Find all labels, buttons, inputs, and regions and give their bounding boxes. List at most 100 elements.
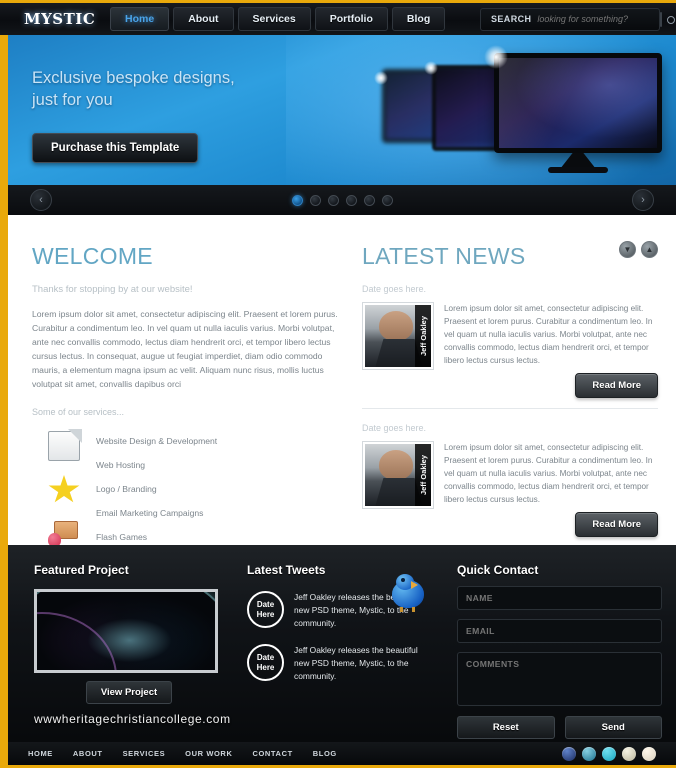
notepad-icon	[48, 431, 80, 461]
sparkle-icon	[374, 71, 388, 85]
welcome-column: WELCOME Thanks for stopping by at our we…	[8, 215, 356, 576]
bird-beak	[411, 581, 418, 589]
sparkle-icon	[484, 45, 508, 69]
hero-banner: Exclusive bespoke designs, just for you …	[8, 35, 676, 185]
news-thumbnail[interactable]: Jeff Oakley	[362, 441, 434, 509]
monitor-base	[548, 167, 608, 173]
star-icon	[48, 475, 80, 503]
latest-news-heading: LATEST NEWS	[362, 243, 526, 269]
footer-nav-about[interactable]: ABOUT	[73, 749, 103, 758]
news-text: Lorem ipsum dolor sit amet, consectetur …	[444, 443, 653, 504]
welcome-heading: WELCOME	[32, 243, 153, 269]
news-text: Lorem ipsum dolor sit amet, consectetur …	[444, 304, 653, 365]
welcome-subheading: Thanks for stopping by at our website!	[32, 284, 193, 295]
bird-leg	[400, 607, 403, 612]
tweet-date-line2: Here	[256, 662, 275, 672]
twitter-icon[interactable]	[602, 746, 616, 761]
footer-nav-blog[interactable]: BLOG	[313, 749, 337, 758]
linkedin-icon[interactable]	[622, 746, 636, 761]
watermark-text: wwwheritagechristiancollege.com	[34, 712, 231, 726]
read-more-button[interactable]: Read More	[575, 512, 658, 537]
social-links	[562, 746, 656, 761]
service-item[interactable]: Web Hosting	[96, 453, 338, 477]
tweet-date-line1: Date	[256, 599, 275, 609]
service-item[interactable]: Email Marketing Campaigns	[96, 501, 338, 525]
reset-button[interactable]: Reset	[457, 716, 555, 739]
slider-dots	[291, 194, 393, 206]
purchase-template-button[interactable]: Purchase this Template	[32, 133, 199, 163]
services-heading: Some of our services...	[32, 407, 125, 417]
view-project-button[interactable]: View Project	[85, 681, 173, 704]
news-date: Date goes here.	[362, 423, 427, 433]
search-input[interactable]	[537, 14, 655, 24]
nav-item-home[interactable]: Home	[110, 7, 170, 31]
hero-title-line2: just for you	[32, 91, 113, 109]
hero-monitors-illustration	[368, 45, 668, 185]
nav-item-blog[interactable]: Blog	[391, 7, 446, 31]
news-body: Lorem ipsum dolor sit amet, consectetur …	[444, 302, 658, 398]
tweet-text: Jeff Oakley releases the beautiful new P…	[294, 645, 418, 681]
news-body: Lorem ipsum dolor sit amet, consectetur …	[444, 441, 658, 537]
author-name: Jeff Oakley	[418, 454, 428, 496]
bird-eye	[401, 578, 405, 582]
chevron-up-icon[interactable]: ▲	[641, 241, 658, 258]
page-root: MYSTIC Home About Services Portfolio Blo…	[0, 0, 676, 768]
site-header: MYSTIC Home About Services Portfolio Blo…	[0, 0, 676, 35]
service-item[interactable]: Logo / Branding	[96, 477, 338, 501]
slider-dot-6[interactable]	[381, 194, 393, 206]
welcome-body: Lorem ipsum dolor sit amet, consectetur …	[32, 309, 338, 389]
email-field[interactable]	[457, 619, 662, 643]
send-button[interactable]: Send	[564, 716, 662, 739]
twitter-bird-icon	[388, 572, 428, 612]
slider-dot-1[interactable]	[291, 194, 303, 206]
nav-item-services[interactable]: Services	[237, 7, 311, 31]
flickr-icon[interactable]	[642, 746, 656, 761]
quick-contact-heading: Quick Contact	[457, 563, 539, 577]
author-name: Jeff Oakley	[418, 315, 428, 357]
tweet-date-badge: Date Here	[247, 644, 284, 681]
tweet-item: Date Here Jeff Oakley releases the beaut…	[247, 644, 429, 683]
author-tag: Jeff Oakley	[415, 444, 431, 506]
slider-dot-4[interactable]	[345, 194, 357, 206]
footer-nav-home[interactable]: HOME	[28, 749, 53, 758]
chevron-down-icon[interactable]: ▼	[619, 241, 636, 258]
news-row: Jeff Oakley Lorem ipsum dolor sit amet, …	[362, 441, 658, 537]
name-field[interactable]	[457, 586, 662, 610]
footer-nav: HOME ABOUT SERVICES OUR WORK CONTACT BLO…	[28, 749, 337, 758]
site-logo[interactable]: MYSTIC	[24, 10, 95, 28]
tweet-date-line2: Here	[256, 609, 275, 619]
slider-dot-5[interactable]	[363, 194, 375, 206]
search-bar: SEARCH	[480, 7, 676, 31]
main-nav: Home About Services Portfolio Blog	[110, 7, 446, 31]
search-icon[interactable]	[660, 11, 676, 27]
comments-field[interactable]	[457, 652, 662, 706]
featured-project-heading: Featured Project	[34, 563, 129, 577]
read-more-button[interactable]: Read More	[575, 373, 658, 398]
news-thumbnail[interactable]: Jeff Oakley	[362, 302, 434, 370]
news-item: Date goes here. Jeff Oakley Lorem ipsum …	[362, 284, 658, 409]
rss-icon[interactable]	[582, 746, 596, 761]
footer-nav-our-work[interactable]: OUR WORK	[185, 749, 232, 758]
news-row: Jeff Oakley Lorem ipsum dolor sit amet, …	[362, 302, 658, 398]
service-item[interactable]: Website Design & Development	[96, 429, 338, 453]
nav-item-about[interactable]: About	[173, 7, 234, 31]
tweet-date-line1: Date	[256, 652, 275, 662]
slider-dot-2[interactable]	[309, 194, 321, 206]
featured-project-image[interactable]	[34, 589, 218, 673]
bird-leg	[412, 607, 415, 612]
divider	[362, 408, 658, 409]
footer-nav-contact[interactable]: CONTACT	[252, 749, 292, 758]
quick-contact-widget: Quick Contact Reset Send	[443, 563, 676, 742]
read-more-wrap: Read More	[444, 373, 658, 398]
news-item: Date goes here. Jeff Oakley Lorem ipsum …	[362, 423, 658, 537]
slider-controls: ‹ ›	[8, 185, 676, 215]
slider-next-arrow-icon[interactable]: ›	[632, 189, 654, 211]
news-date: Date goes here.	[362, 284, 427, 294]
nav-item-portfolio[interactable]: Portfolio	[314, 7, 388, 31]
footer-nav-services[interactable]: SERVICES	[123, 749, 166, 758]
facebook-icon[interactable]	[562, 746, 576, 761]
hero-text-block: Exclusive bespoke designs, just for you …	[32, 67, 362, 163]
slider-dot-3[interactable]	[327, 194, 339, 206]
slider-prev-arrow-icon[interactable]: ‹	[30, 189, 52, 211]
sparkle-icon	[424, 61, 438, 75]
